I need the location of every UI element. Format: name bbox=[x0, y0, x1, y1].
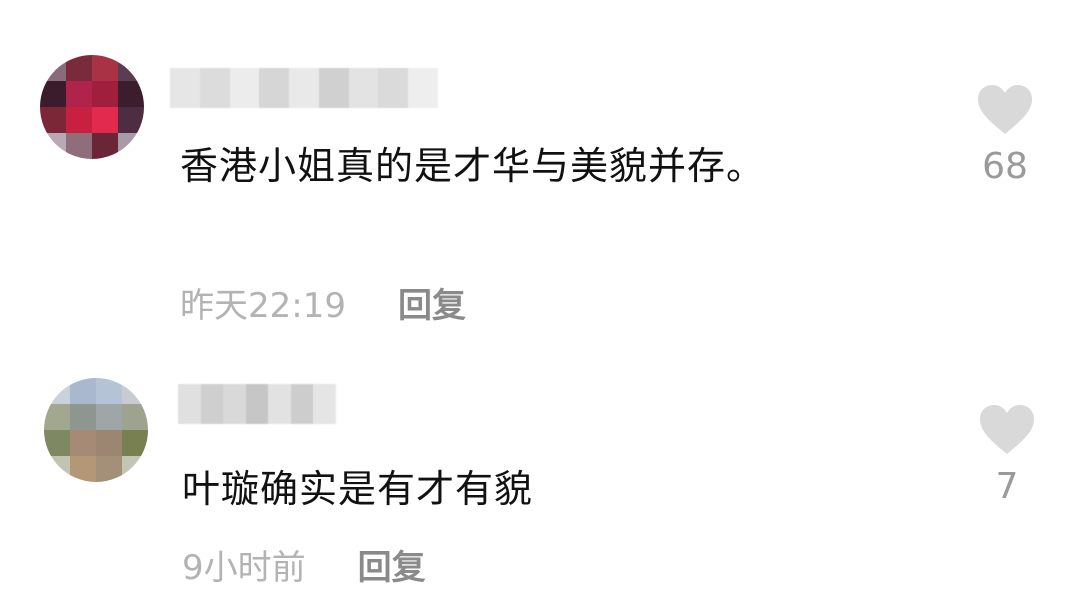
avatar-pixel bbox=[66, 55, 92, 81]
avatar-pixel bbox=[44, 404, 70, 430]
username-pixel bbox=[229, 68, 260, 108]
username-pixel bbox=[245, 384, 269, 424]
avatar-pixel bbox=[122, 456, 148, 482]
avatar[interactable] bbox=[40, 55, 144, 159]
username-blurred[interactable] bbox=[178, 384, 336, 424]
avatar[interactable] bbox=[44, 378, 148, 482]
avatar-pixel bbox=[70, 430, 96, 456]
avatar-pixel bbox=[92, 81, 118, 107]
like-count: 68 bbox=[982, 146, 1028, 187]
username-pixel bbox=[290, 384, 314, 424]
username-pixel bbox=[408, 68, 438, 108]
avatar-pixel bbox=[122, 404, 148, 430]
comment-time: 昨天22:19 bbox=[180, 286, 346, 326]
avatar-pixel bbox=[66, 107, 92, 133]
username-pixel bbox=[178, 384, 201, 424]
heart-icon bbox=[978, 85, 1032, 134]
avatar-pixel bbox=[96, 378, 122, 404]
avatar-pixel bbox=[118, 55, 144, 81]
username-pixel bbox=[170, 68, 200, 108]
username-pixel bbox=[199, 68, 230, 108]
avatar-pixel bbox=[40, 133, 66, 159]
avatar-pixel bbox=[66, 133, 92, 159]
username-pixel bbox=[313, 384, 336, 424]
avatar-pixel bbox=[92, 107, 118, 133]
comment-text: 叶璇确实是有才有貌 bbox=[182, 467, 534, 511]
reply-button[interactable]: 回复 bbox=[358, 540, 426, 589]
avatar-pixel bbox=[70, 404, 96, 430]
avatar-pixel bbox=[122, 430, 148, 456]
avatar-pixel bbox=[70, 456, 96, 482]
avatar-pixel bbox=[96, 456, 122, 482]
username-pixel bbox=[223, 384, 246, 424]
comment-text: 香港小姐真的是才华与美貌并存。 bbox=[180, 144, 766, 188]
avatar-pixel bbox=[92, 55, 118, 81]
comment-meta: 9小时前 回复 bbox=[182, 540, 426, 589]
avatar-pixel bbox=[44, 430, 70, 456]
avatar-pixel bbox=[118, 133, 144, 159]
username-pixel bbox=[378, 68, 409, 108]
like-button[interactable]: 68 bbox=[970, 84, 1040, 187]
comment-item: 香港小姐真的是才华与美貌并存。 昨天22:19 回复 68 bbox=[0, 0, 1080, 340]
avatar-pixel bbox=[44, 378, 70, 404]
avatar-pixel bbox=[44, 456, 70, 482]
avatar-pixel bbox=[96, 430, 122, 456]
avatar-pixel bbox=[118, 81, 144, 107]
avatar-pixel bbox=[40, 107, 66, 133]
comment-meta: 昨天22:19 回复 bbox=[180, 278, 466, 327]
avatar-pixel bbox=[96, 404, 122, 430]
avatar-pixel bbox=[66, 81, 92, 107]
comment-item: 叶璇确实是有才有貌 9小时前 回复 7 bbox=[0, 340, 1080, 600]
username-pixel bbox=[259, 68, 290, 108]
username-pixel bbox=[289, 68, 319, 108]
username-pixel bbox=[268, 384, 291, 424]
avatar-pixel bbox=[40, 55, 66, 81]
username-blurred[interactable] bbox=[170, 68, 438, 108]
username-pixel bbox=[318, 68, 349, 108]
avatar-pixel bbox=[122, 378, 148, 404]
comment-time: 9小时前 bbox=[182, 548, 306, 588]
avatar-pixel bbox=[118, 107, 144, 133]
avatar-pixel bbox=[70, 378, 96, 404]
heart-icon bbox=[980, 405, 1034, 454]
like-button[interactable]: 7 bbox=[972, 404, 1042, 507]
reply-button[interactable]: 回复 bbox=[398, 278, 466, 327]
avatar-pixel bbox=[92, 133, 118, 159]
like-count: 7 bbox=[995, 466, 1019, 507]
username-pixel bbox=[348, 68, 379, 108]
avatar-pixel bbox=[40, 81, 66, 107]
username-pixel bbox=[200, 384, 224, 424]
